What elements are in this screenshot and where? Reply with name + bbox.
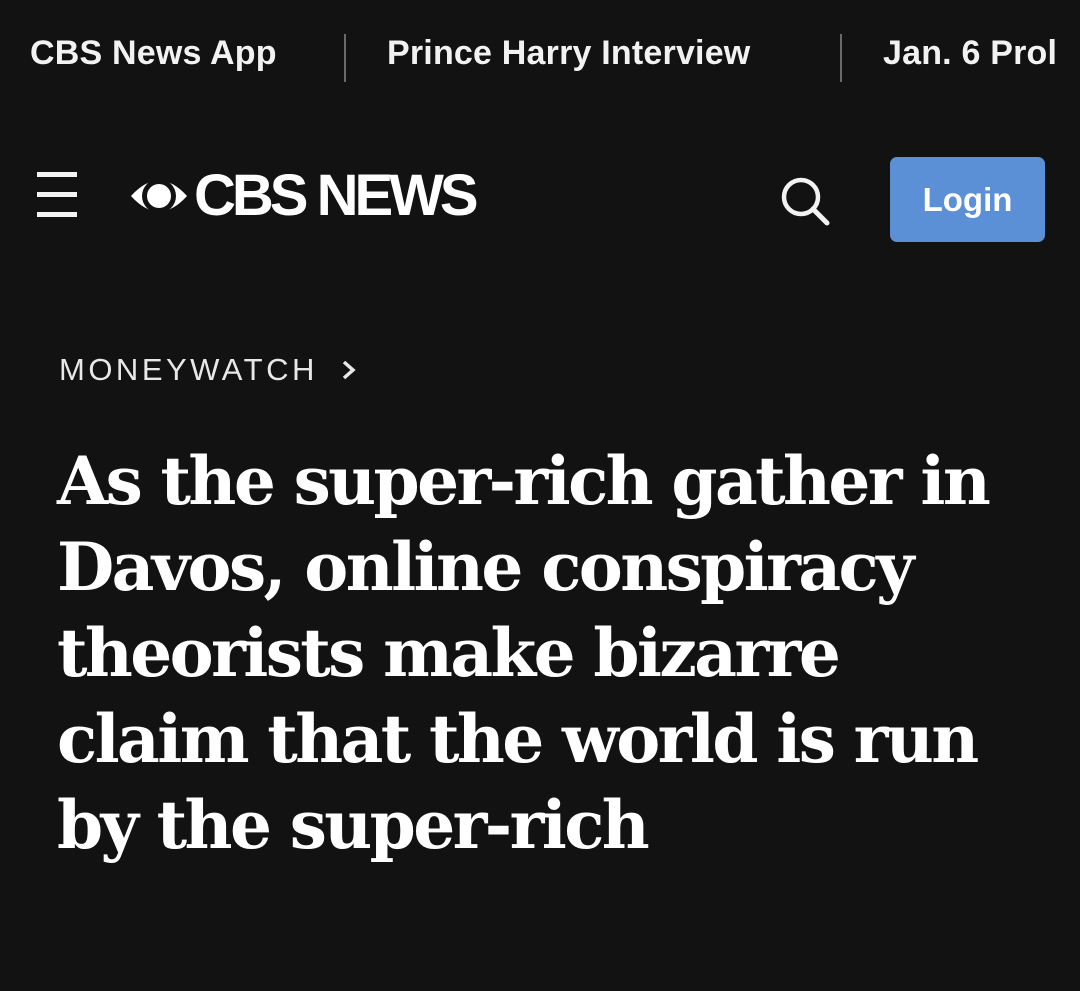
trending-link-jan-6[interactable]: Jan. 6 Prol <box>883 34 1057 73</box>
trending-divider <box>840 34 842 82</box>
trending-link-prince-harry-interview[interactable]: Prince Harry Interview <box>387 34 750 73</box>
cbs-eye-icon <box>131 179 187 213</box>
trending-divider <box>344 34 346 82</box>
search-icon[interactable] <box>778 174 834 230</box>
article-headline: As the super-rich gather in Davos, onlin… <box>57 442 991 864</box>
hamburger-menu-icon[interactable] <box>37 172 77 218</box>
chevron-right-icon <box>342 360 356 380</box>
section-link-moneywatch[interactable]: MONEYWATCH <box>59 352 358 388</box>
logo-text: CBS NEWS <box>194 163 479 228</box>
trending-bar: CBS News App Prince Harry Interview Jan.… <box>0 0 1080 116</box>
cbs-news-logo[interactable]: CBS NEWS <box>128 163 479 229</box>
trending-link-cbs-news-app[interactable]: CBS News App <box>30 34 277 73</box>
login-button[interactable]: Login <box>890 157 1045 242</box>
section-label: MONEYWATCH <box>59 352 318 387</box>
